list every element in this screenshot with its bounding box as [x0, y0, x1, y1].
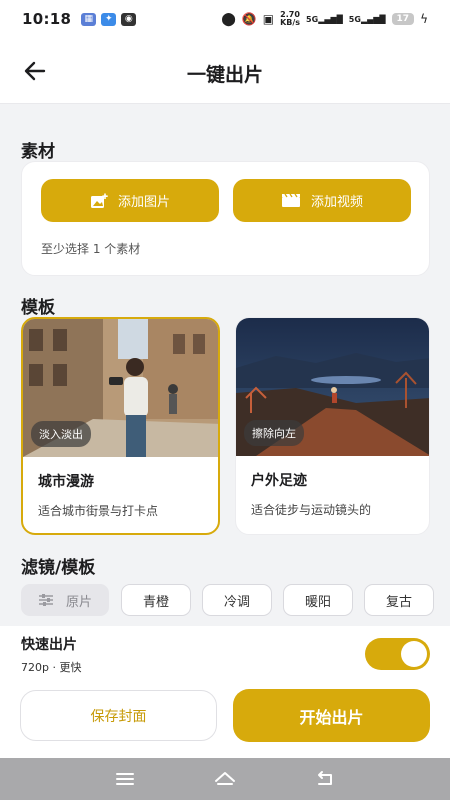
section-title-material: 素材	[21, 142, 55, 162]
section-title-filters: 滤镜/模板	[21, 558, 96, 578]
battery-indicator: 17	[391, 13, 415, 25]
template-card-outdoor[interactable]: 擦除向左 户外足迹 适合徒步与运动镜头的	[235, 317, 430, 535]
filter-chip-retro[interactable]: 复古	[364, 584, 434, 616]
section-title-templates: 模板	[21, 298, 55, 318]
template-thumbnail-city: 淡入淡出	[23, 319, 218, 457]
status-right: ⬤ 🔕 ▣ 2.70 KB/s 5G▂▄▆█ 5G▂▄▆█ 17 ϟ	[221, 11, 428, 27]
add-video-label: 添加视频	[310, 195, 363, 210]
back-icon[interactable]	[313, 767, 337, 791]
filter-chip-warm[interactable]: 暖阳	[283, 584, 353, 616]
template-tag: 擦除向左	[244, 420, 304, 446]
save-cover-button[interactable]: 保存封面	[20, 690, 217, 741]
template-desc: 适合城市街景与打卡点	[38, 504, 159, 518]
menu-icon[interactable]	[113, 767, 137, 791]
filter-chip-cool[interactable]: 冷调	[202, 584, 272, 616]
template-card-city[interactable]: 淡入淡出 城市漫游 适合城市街景与打卡点	[21, 317, 220, 535]
signal-2: 5G▂▄▆█	[348, 14, 386, 24]
filter-chip-label: 原片	[65, 594, 92, 610]
add-image-icon	[90, 193, 108, 208]
template-tag: 淡入淡出	[31, 421, 91, 447]
status-bar: 10:18 ▦ ✦ ◉ ⬤ 🔕 ▣ 2.70 KB/s 5G▂▄▆█ 5G▂▄▆…	[0, 0, 450, 38]
material-card: 添加图片 添加视频 至少选择 1 个素材	[21, 161, 430, 276]
sliders-icon	[38, 594, 53, 606]
quick-export-toggle[interactable]	[365, 638, 430, 670]
material-hint: 至少选择 1 个素材	[41, 242, 141, 256]
app-icon: ✦	[101, 12, 117, 26]
bottom-panel: 快速出片 720p · 更快 保存封面 开始出片	[0, 626, 450, 758]
header: 一键出片	[0, 38, 450, 104]
status-time: 10:18	[22, 10, 72, 28]
start-button[interactable]: 开始出片	[233, 689, 430, 742]
filter-chip-original[interactable]: 原片	[21, 584, 109, 616]
add-image-label: 添加图片	[117, 195, 170, 210]
signal-1: 5G▂▄▆█	[306, 14, 343, 24]
location-icon: ⬤	[221, 11, 236, 27]
notification-icons: ▦ ✦ ◉	[81, 12, 137, 26]
page-title: 一键出片	[186, 64, 263, 86]
system-nav-bar	[0, 758, 450, 800]
contact-icon: ▣	[262, 12, 275, 26]
home-icon[interactable]	[213, 767, 237, 791]
toggle-knob	[401, 641, 427, 667]
template-thumbnail-outdoor: 擦除向左	[236, 318, 429, 456]
mute-icon: 🔕	[241, 12, 257, 26]
filter-chip-qingcheng[interactable]: 青橙	[121, 584, 191, 616]
template-desc: 适合徒步与运动镜头的	[251, 503, 372, 517]
add-image-button[interactable]: 添加图片	[41, 179, 219, 222]
app-icon: ▦	[81, 12, 97, 26]
video-clapper-icon	[281, 193, 300, 207]
charging-icon: ϟ	[420, 12, 428, 26]
quick-export-title: 快速出片	[21, 637, 77, 653]
template-name: 城市漫游	[38, 474, 94, 490]
template-name: 户外足迹	[251, 473, 307, 489]
add-video-button[interactable]: 添加视频	[233, 179, 411, 222]
net-speed: 2.70 KB/s	[280, 10, 301, 27]
quick-export-subtitle: 720p · 更快	[21, 661, 82, 674]
app-icon: ◉	[121, 12, 137, 26]
